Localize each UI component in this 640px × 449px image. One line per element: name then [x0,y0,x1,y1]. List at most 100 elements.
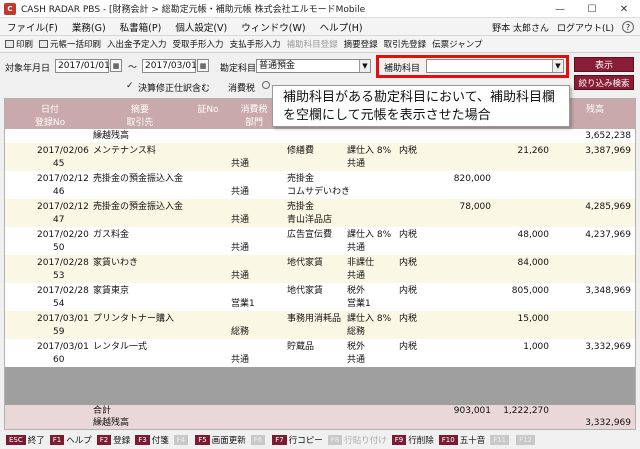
row-credit: 84,000 [517,258,550,268]
settlement-checkbox[interactable]: ✓ [126,81,136,91]
minimize-button[interactable]: — [544,0,576,18]
help-icon[interactable]: ? [622,21,634,33]
annotation-callout: 補助科目がある勘定科目において、補助科目欄を空欄にして元帳を表示させた場合 [272,85,570,127]
bulk-print-button[interactable]: 元帳一括印刷 [36,38,104,50]
carry-forward-label: 繰越残高 [93,131,130,141]
fkey-f9[interactable]: F9 行削除 [391,434,434,446]
row-date: 2017/03/01 [37,342,89,352]
empty-area [5,367,635,405]
row-credit: 48,000 [517,230,550,240]
maximize-button[interactable]: ☐ [576,0,608,18]
close-button[interactable]: ✕ [608,0,640,18]
filter-search-button[interactable]: 絞り込み検索 [574,75,634,90]
fkey-badge: F9 [391,435,407,445]
row-balance: 3,348,969 [585,286,631,296]
menu-window[interactable]: ウィンドウ(W) [234,20,312,34]
table-row[interactable]: 2017/02/12 46 売掛金の預金振込入金 共通 売掛金 コムサデいわき 820,00… [5,171,635,199]
row-reg-no: 45 [53,159,65,169]
total-label: 合計 [93,406,112,416]
row-tax-mode: 内税 [399,146,418,156]
fkey-f5[interactable]: F5 画面更新 [195,434,246,446]
menu-personal-settings[interactable]: 個人設定(V) [168,20,234,34]
fkey-f1[interactable]: F1 ヘルプ [49,434,92,446]
menu-mailbox[interactable]: 私書箱(P) [113,20,169,34]
sub-account-register-button[interactable]: 補助科目登録 [284,38,341,50]
notes-payable-button[interactable]: 支払手形入力 [227,38,284,50]
user-name: 野本 太郎さん [492,23,549,34]
fkey-esc[interactable]: ESC 終了 [6,434,45,446]
fkey-badge: F5 [195,435,210,445]
row-tax-mode: 内税 [399,258,418,268]
fkey-f3[interactable]: F3 付箋 [135,434,169,446]
tax-radio[interactable] [262,81,270,89]
fkey-badge: F4 [173,435,189,445]
account-select[interactable]: 普通預金 ▼ [256,59,371,73]
fkey-f7[interactable]: F7 行コピー [272,434,323,446]
fkey-f2[interactable]: F2 登録 [96,434,131,446]
sub-account-label: 補助科目 [384,64,421,74]
fkey-label: 行削除 [408,436,434,446]
row-tax-category: 税外 [347,342,366,352]
row-date: 2017/02/06 [37,146,89,156]
fkey-label: 画面更新 [211,436,246,446]
fkey-f10[interactable]: F10 五十音 [438,434,485,446]
sub-account-select[interactable]: ▼ [426,59,564,73]
fkey-badge: F8 [327,435,343,445]
menu-business[interactable]: 業務(G) [65,20,113,34]
menu-help[interactable]: ヘルプ(H) [313,20,370,34]
calendar-icon[interactable]: ▦ [197,59,209,72]
table-row[interactable]: 2017/02/06 45 メンテナンス料 共通 修繕費 課仕入 8% 内税 21,260 3,… [5,143,635,171]
fkey-label: 行コピー [288,436,323,446]
table-row[interactable]: 2017/02/20 50 ガス料金 共通 広告宣伝費 課仕入 8% 内税 48,000 4,2… [5,227,635,255]
fkey-label: 付箋 [151,436,169,446]
row-account: 地代家賃 [287,286,324,296]
table-row[interactable]: 2017/02/28 54 家賃東京 営業1 地代家賃 税外 内税 805,000 3,348,… [5,283,635,311]
menu-bar: ファイル(F) 業務(G) 私書箱(P) 個人設定(V) ウィンドウ(W) ヘル… [0,18,640,36]
table-row[interactable]: 2017/03/01 59 プリンタトナー購入 総務 事務用消耗品 課仕入 8% 内税 15,… [5,311,635,339]
table-row[interactable]: 2017/02/12 47 売掛金の預金振込入金 共通 売掛金 青山洋品店 78,000 4,… [5,199,635,227]
table-row[interactable]: 2017/02/28 53 家賃いわき 共通 地代家賃 非課仕 内税 84,000 共通 [5,255,635,283]
header-partner: 取引先 [126,118,154,128]
cash-schedule-button[interactable]: 入出金予定入力 [104,38,170,50]
fkey-label: 登録 [113,436,131,446]
logout-link[interactable]: ログアウト(L) [557,21,614,34]
row-dept: 総務 [231,327,250,337]
row-tax-mode: 内税 [399,314,418,324]
consumption-tax-label: 消費税 [228,84,256,94]
row-credit: 21,260 [517,146,550,156]
menu-file[interactable]: ファイル(F) [0,20,65,34]
row-reg-no: 60 [53,355,65,365]
fkey-badge: F2 [96,435,112,445]
period-label: 対象年月日 [5,64,51,74]
show-button[interactable]: 表示 [574,57,634,72]
end-balance-label: 繰越残高 [93,418,130,428]
chevron-down-icon: ▼ [359,60,370,72]
row-date: 2017/03/01 [37,314,89,324]
row-dept: 共通 [231,243,250,253]
header-reg-no: 登録No [34,118,66,128]
header-balance: 残高 [585,105,604,115]
voucher-jump-button[interactable]: 伝票ジャンプ [429,38,485,50]
row-tax-mode: 内税 [399,286,418,296]
total-row: 合計 903,001 1,222,270 [5,405,635,417]
calendar-icon[interactable]: ▦ [110,59,122,72]
row-reg-no: 50 [53,243,65,253]
date-to-input[interactable]: 2017/03/01 [142,59,197,73]
table-row[interactable]: 2017/03/01 60 レンタル一式 共通 貯蔵品 税外 内税 1,000 3,332,96… [5,339,635,367]
summary-register-button[interactable]: 摘要登録 [341,38,381,50]
row-dept: 共通 [231,187,250,197]
date-from-input[interactable]: 2017/01/01 [55,59,110,73]
print-button[interactable]: 印刷 [2,38,36,50]
row-balance: 3,332,969 [585,342,631,352]
row-date: 2017/02/28 [37,258,89,268]
row-tax-common: 共通 [347,355,366,365]
partner-register-button[interactable]: 取引先登録 [381,38,430,50]
row-tax-common: 共通 [347,243,366,253]
row-summary: メンテナンス料 [93,146,156,156]
row-dept: 共通 [231,215,250,225]
notes-receivable-button[interactable]: 受取手形入力 [170,38,227,50]
row-date: 2017/02/12 [37,174,89,184]
window-title: CASH RADAR PBS - [財務会計 > 総勘定元帳・補助元帳 株式会社… [21,5,366,15]
ledger-table: 日付 登録No 摘要 取引先 証No 消費税 部門 残高 繰越残高 3,652,… [4,98,636,430]
row-reg-no: 47 [53,215,65,225]
